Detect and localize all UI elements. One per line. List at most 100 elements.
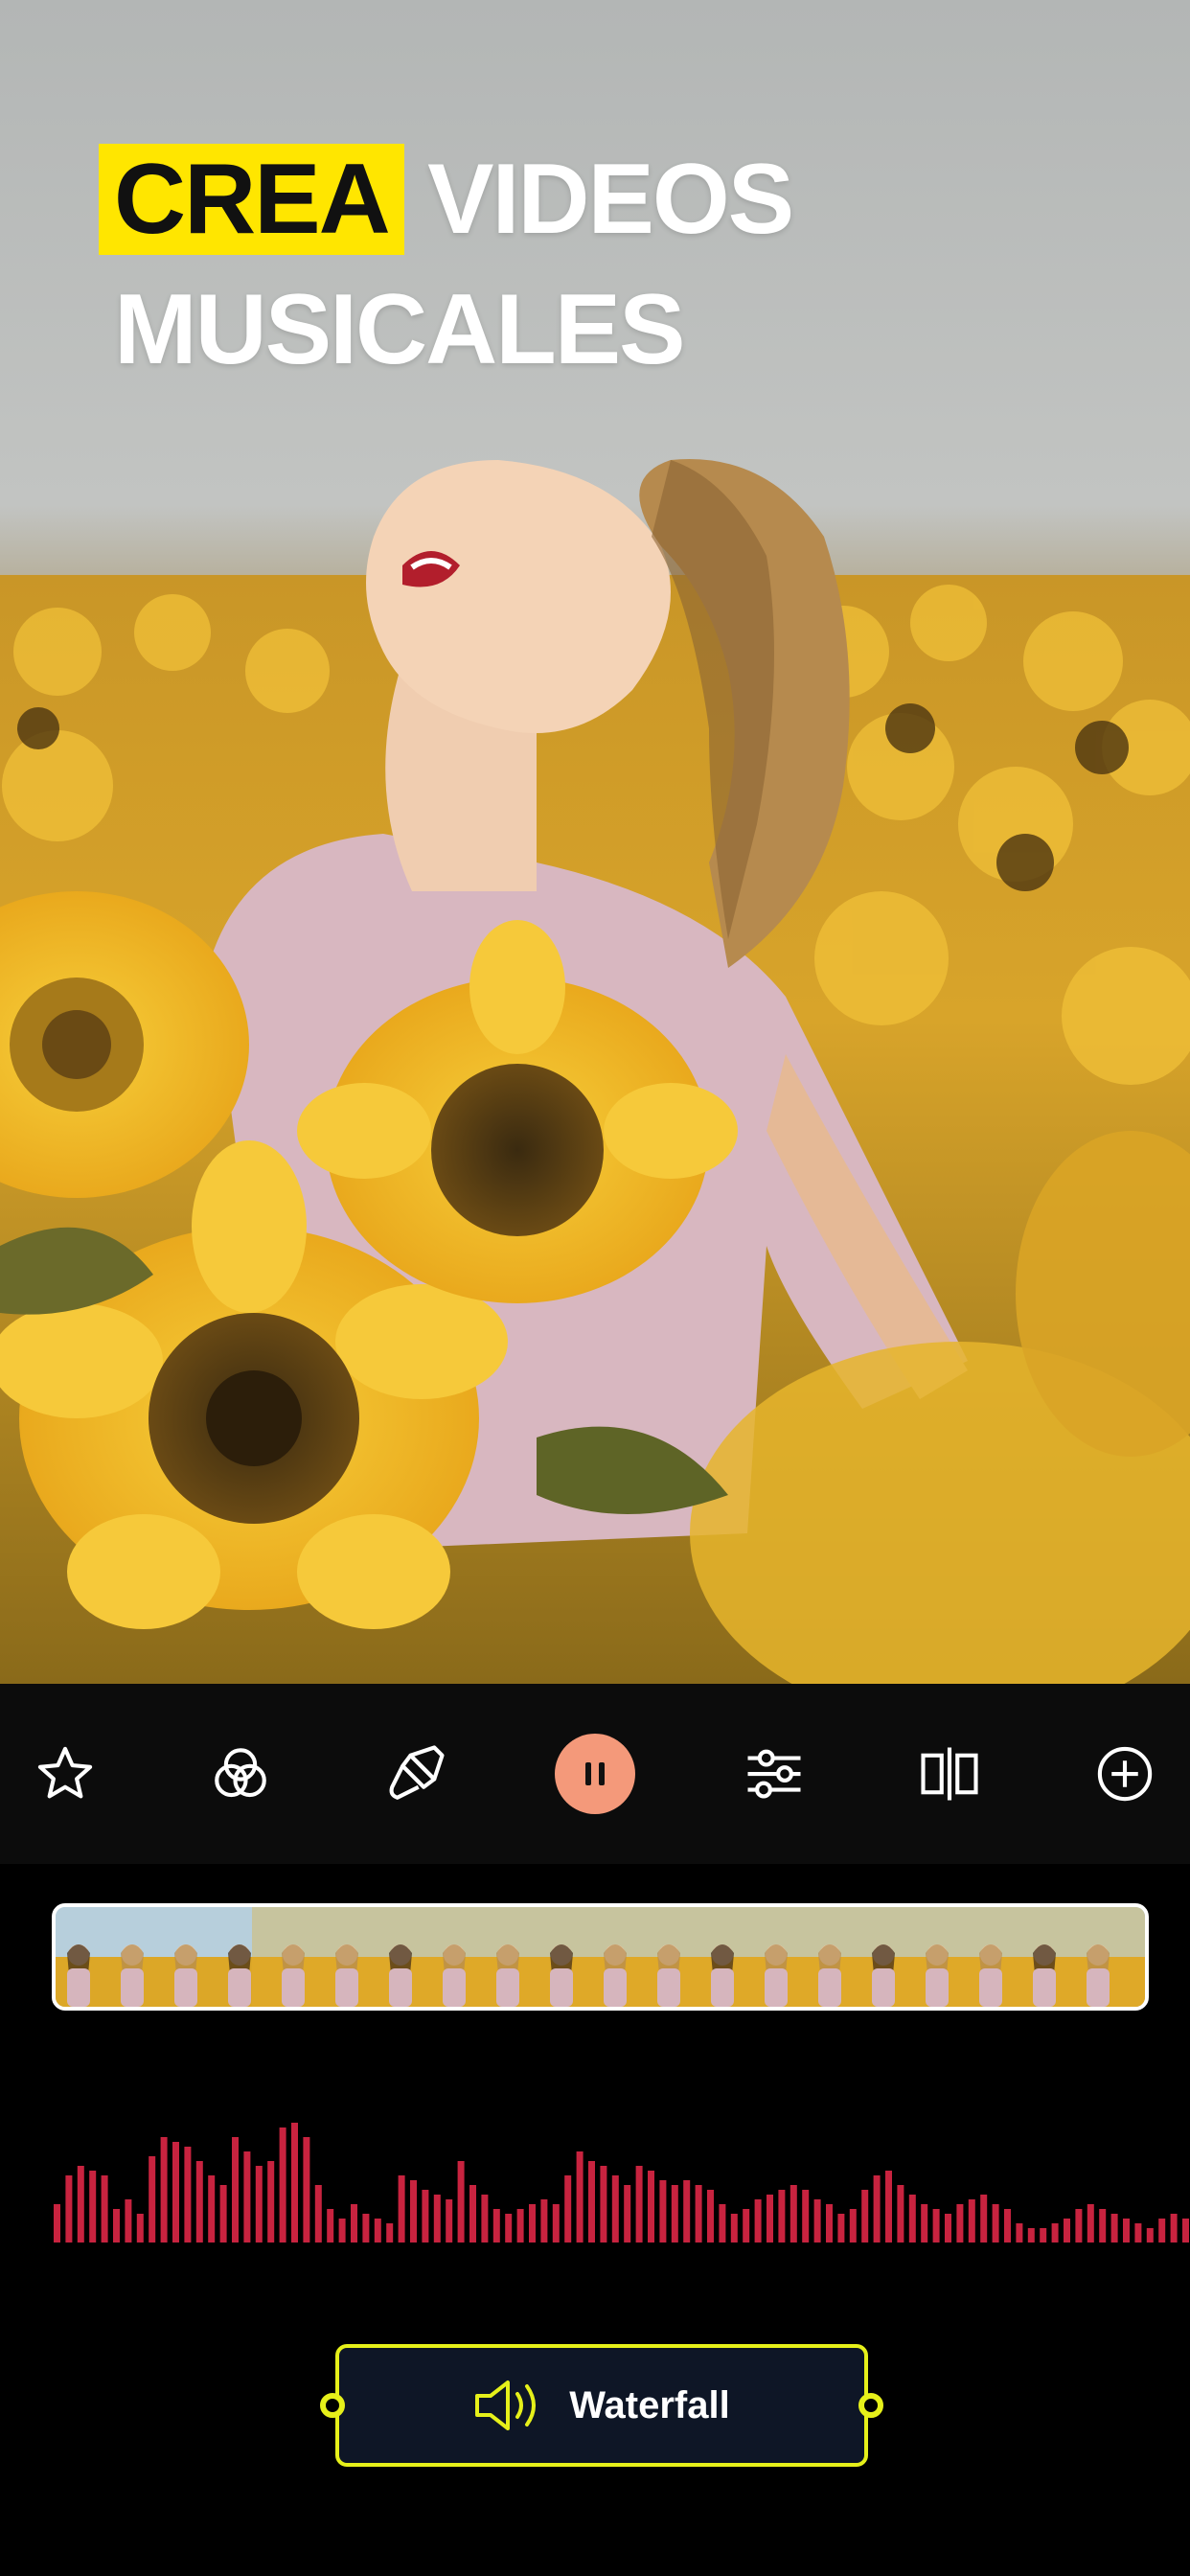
- waveform-bar: [516, 2209, 524, 2242]
- waveform-bar: [77, 2166, 84, 2242]
- thumbnail-body: [604, 1968, 627, 2007]
- waveform-bar: [410, 2180, 417, 2242]
- waveform-bar: [351, 2204, 357, 2242]
- waveform-bar: [576, 2151, 584, 2242]
- star-icon: [37, 1746, 93, 1799]
- waveform-bar: [125, 2199, 132, 2242]
- waveform-bar: [611, 2175, 619, 2242]
- waveform-bar: [54, 2204, 60, 2242]
- waveform-bar: [1087, 2204, 1094, 2242]
- waveform-bar: [671, 2185, 678, 2242]
- pause-button[interactable]: [555, 1734, 635, 1814]
- waveform-bar: [433, 2195, 441, 2242]
- waveform-bar: [1123, 2219, 1130, 2242]
- waveform-bar: [683, 2180, 691, 2242]
- sliders-icon: [747, 1749, 801, 1799]
- waveform-bar: [648, 2171, 654, 2242]
- waveform-bar: [327, 2209, 334, 2242]
- thumbnail-body: [818, 1968, 841, 2007]
- waveform-bar: [303, 2137, 310, 2242]
- timeline-thumbnails: [56, 1907, 1145, 2007]
- waveform-bar: [279, 2128, 286, 2242]
- waveform-bar: [767, 2195, 773, 2242]
- editor-toolbar: [0, 1684, 1190, 1864]
- waveform-bar: [1016, 2223, 1023, 2242]
- waveform-bar: [1004, 2209, 1011, 2242]
- add-button[interactable]: [1088, 1737, 1161, 1810]
- video-timeline[interactable]: [52, 1903, 1149, 2011]
- waveform-bar: [932, 2209, 940, 2242]
- filters-icon: [215, 1748, 266, 1798]
- waveform-bar: [1099, 2209, 1107, 2242]
- waveform-bar: [195, 2161, 203, 2242]
- waveform-bar: [730, 2214, 738, 2242]
- waveform-bar: [65, 2175, 73, 2242]
- waveform-bar: [1064, 2219, 1070, 2242]
- waveform-bar: [885, 2171, 892, 2242]
- brush-icon: [389, 1745, 445, 1800]
- thumbnail-body: [979, 1968, 1002, 2007]
- audio-track[interactable]: Waterfall: [320, 2344, 883, 2467]
- waveform-bar: [89, 2171, 97, 2242]
- thumbnail-body: [174, 1968, 197, 2007]
- waveform-bar: [813, 2199, 821, 2242]
- filters-button[interactable]: [204, 1737, 277, 1810]
- split-button[interactable]: [913, 1737, 986, 1810]
- waveform-bar: [492, 2209, 500, 2242]
- waveform-bar: [1040, 2228, 1047, 2242]
- waveform-bar: [481, 2195, 489, 2242]
- thumbnail-body: [228, 1968, 251, 2007]
- waveform-bar: [374, 2219, 381, 2242]
- waveform-bar: [624, 2185, 631, 2242]
- waveform-bar: [837, 2214, 845, 2242]
- waveform-bar: [921, 2204, 928, 2242]
- waveform-bar: [1110, 2214, 1118, 2242]
- waveform-bar: [778, 2190, 786, 2242]
- favorite-button[interactable]: [29, 1737, 102, 1810]
- speaker-icon: [475, 2380, 537, 2430]
- waveform-bar: [695, 2185, 702, 2242]
- headline-text-2: MUSICALES: [114, 274, 685, 385]
- waveform-bar: [1146, 2228, 1154, 2242]
- thumbnail-body: [282, 1968, 305, 2007]
- brush-button[interactable]: [379, 1737, 452, 1810]
- adjust-button[interactable]: [738, 1737, 811, 1810]
- waveform-bar: [219, 2185, 227, 2242]
- headline-line-2: MUSICALES: [99, 264, 792, 395]
- waveform-bar: [659, 2180, 667, 2242]
- video-preview[interactable]: CREA VIDEOS MUSICALES: [0, 0, 1190, 1684]
- thumbnail-body: [657, 1968, 680, 2007]
- waveform-bar: [314, 2185, 322, 2242]
- waveform-bar: [422, 2190, 429, 2242]
- waveform-bar: [172, 2142, 179, 2242]
- waveform-bar: [719, 2204, 726, 2242]
- waveform-bar: [184, 2147, 192, 2242]
- split-icon: [921, 1747, 978, 1801]
- waveform-bar: [600, 2166, 607, 2242]
- thumbnail-body: [550, 1968, 573, 2007]
- waveform-bar: [529, 2204, 536, 2242]
- waveform-bar: [802, 2190, 810, 2242]
- waveform-bar: [398, 2175, 405, 2242]
- audio-waveform[interactable]: [54, 2108, 1190, 2252]
- waveform-bar: [243, 2151, 251, 2242]
- thumbnail-body: [121, 1968, 144, 2007]
- waveform-bar: [873, 2175, 881, 2242]
- trim-handle-left[interactable]: [320, 2393, 345, 2418]
- waveform-bar: [588, 2161, 595, 2242]
- thumbnail-body: [872, 1968, 895, 2007]
- waveform-bar: [956, 2204, 964, 2242]
- thumbnail-body: [496, 1968, 519, 2007]
- trim-handle-right[interactable]: [858, 2393, 883, 2418]
- waveform-bar: [743, 2209, 750, 2242]
- waveform-bar: [564, 2175, 572, 2242]
- waveform-bar: [849, 2209, 857, 2242]
- waveform-bar: [469, 2185, 476, 2242]
- waveform-bar: [1134, 2223, 1142, 2242]
- pause-icon: [585, 1762, 605, 1785]
- waveform-bar: [457, 2161, 465, 2242]
- headline-highlight: CREA: [99, 144, 404, 255]
- waveform-bar: [992, 2204, 999, 2242]
- waveform-bar: [635, 2166, 643, 2242]
- waveform-bar: [362, 2214, 370, 2242]
